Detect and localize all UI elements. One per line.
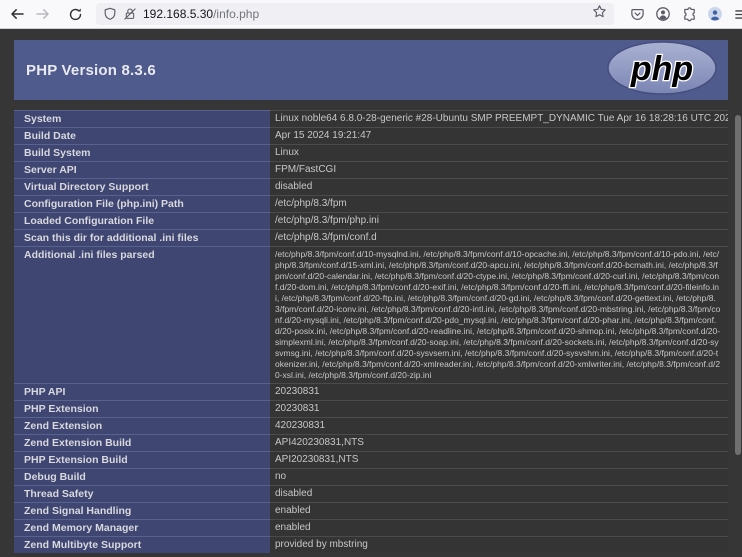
toolbar-right-icons xyxy=(624,2,738,26)
info-row: PHP API20230831 xyxy=(14,384,728,401)
info-row: Zend Multibyte Supportprovided by mbstri… xyxy=(14,537,728,554)
row-label: Zend Extension Build xyxy=(14,435,270,452)
row-value: disabled xyxy=(270,179,728,196)
info-row: Virtual Directory Supportdisabled xyxy=(14,179,728,196)
row-label: Zend Signal Handling xyxy=(14,503,270,520)
row-label: Virtual Directory Support xyxy=(14,179,270,196)
row-value: 20230831 xyxy=(270,384,728,401)
row-label: System xyxy=(14,111,270,128)
account-button[interactable] xyxy=(650,2,676,26)
info-row: Zend Extension420230831 xyxy=(14,418,728,435)
url-path: /info.php xyxy=(213,7,259,21)
row-value: /etc/php/8.3/fpm/php.ini xyxy=(270,213,728,230)
row-value: enabled xyxy=(270,503,728,520)
row-value: API420230831,NTS xyxy=(270,435,728,452)
reload-button[interactable] xyxy=(62,2,88,26)
row-label: PHP Extension xyxy=(14,401,270,418)
profile-avatar-icon xyxy=(707,6,723,22)
info-row: Scan this dir for additional .ini files/… xyxy=(14,230,728,247)
row-label: Loaded Configuration File xyxy=(14,213,270,230)
row-label: PHP API xyxy=(14,384,270,401)
php-version-header: PHP Version 8.3.6 php xyxy=(14,40,728,100)
php-logo: php xyxy=(606,40,718,101)
menu-button[interactable] xyxy=(728,2,742,26)
info-table-body: SystemLinux noble64 6.8.0-28-generic #28… xyxy=(14,111,728,554)
profile-avatar-button[interactable] xyxy=(702,2,728,26)
pocket-button[interactable] xyxy=(624,2,650,26)
row-label: Scan this dir for additional .ini files xyxy=(14,230,270,247)
info-row: Thread Safetydisabled xyxy=(14,486,728,503)
row-label: Server API xyxy=(14,162,270,179)
row-value: enabled xyxy=(270,520,728,537)
bookmark-star-button[interactable] xyxy=(592,4,607,24)
row-value: 420230831 xyxy=(270,418,728,435)
row-value: Linux noble64 6.8.0-28-generic #28-Ubunt… xyxy=(270,111,728,128)
row-value: Apr 15 2024 19:21:47 xyxy=(270,128,728,145)
row-label: Build Date xyxy=(14,128,270,145)
scrollbar-thumb[interactable] xyxy=(735,115,741,455)
row-label: Configuration File (php.ini) Path xyxy=(14,196,270,213)
info-row: Zend Extension BuildAPI420230831,NTS xyxy=(14,435,728,452)
info-row: PHP Extension BuildAPI20230831,NTS xyxy=(14,452,728,469)
row-value: API20230831,NTS xyxy=(270,452,728,469)
phpinfo-page: PHP Version 8.3.6 php SystemLinux noble6… xyxy=(0,29,742,557)
browser-toolbar: 192.168.5.30/info.php xyxy=(0,0,742,29)
info-table: SystemLinux noble64 6.8.0-28-generic #28… xyxy=(14,110,728,553)
info-row: PHP Extension20230831 xyxy=(14,401,728,418)
forward-button[interactable] xyxy=(30,2,56,26)
row-value: /etc/php/8.3/fpm/conf.d xyxy=(270,230,728,247)
shield-icon[interactable] xyxy=(103,7,117,21)
back-button[interactable] xyxy=(4,2,30,26)
forward-icon xyxy=(35,6,51,22)
row-label: Build System xyxy=(14,145,270,162)
row-label: Additional .ini files parsed xyxy=(14,247,270,384)
info-row: Zend Memory Managerenabled xyxy=(14,520,728,537)
row-label: PHP Extension Build xyxy=(14,452,270,469)
url-text[interactable]: 192.168.5.30/info.php xyxy=(143,7,586,21)
info-row: Build SystemLinux xyxy=(14,145,728,162)
row-value: 20230831 xyxy=(270,401,728,418)
row-value: /etc/php/8.3/fpm/conf.d/10-mysqlnd.ini, … xyxy=(270,247,728,384)
info-row: Additional .ini files parsed/etc/php/8.3… xyxy=(14,247,728,384)
back-icon xyxy=(9,6,25,22)
info-row: Zend Signal Handlingenabled xyxy=(14,503,728,520)
row-label: Zend Extension xyxy=(14,418,270,435)
row-label: Thread Safety xyxy=(14,486,270,503)
extensions-icon xyxy=(682,7,697,22)
row-value: provided by mbstring xyxy=(270,537,728,554)
menu-icon xyxy=(734,7,742,22)
url-host: 192.168.5.30 xyxy=(143,7,213,21)
info-row: Server APIFPM/FastCGI xyxy=(14,162,728,179)
info-row: Configuration File (php.ini) Path/etc/ph… xyxy=(14,196,728,213)
info-row: Debug Buildno xyxy=(14,469,728,486)
bookmark-star-icon xyxy=(592,4,607,24)
info-row: Loaded Configuration File/etc/php/8.3/fp… xyxy=(14,213,728,230)
row-label: Zend Multibyte Support xyxy=(14,537,270,554)
reload-icon xyxy=(68,7,83,22)
info-row: SystemLinux noble64 6.8.0-28-generic #28… xyxy=(14,111,728,128)
lock-slash-icon[interactable] xyxy=(123,7,137,21)
row-value: disabled xyxy=(270,486,728,503)
info-row: Build DateApr 15 2024 19:21:47 xyxy=(14,128,728,145)
page-title: PHP Version 8.3.6 xyxy=(26,62,156,79)
extensions-button[interactable] xyxy=(676,2,702,26)
url-bar[interactable]: 192.168.5.30/info.php xyxy=(96,3,614,25)
row-value: /etc/php/8.3/fpm xyxy=(270,196,728,213)
row-value: FPM/FastCGI xyxy=(270,162,728,179)
row-label: Debug Build xyxy=(14,469,270,486)
row-label: Zend Memory Manager xyxy=(14,520,270,537)
row-value: Linux xyxy=(270,145,728,162)
php-logo-text: php xyxy=(630,50,693,88)
account-icon xyxy=(655,6,671,22)
pocket-icon xyxy=(630,7,645,22)
row-value: no xyxy=(270,469,728,486)
